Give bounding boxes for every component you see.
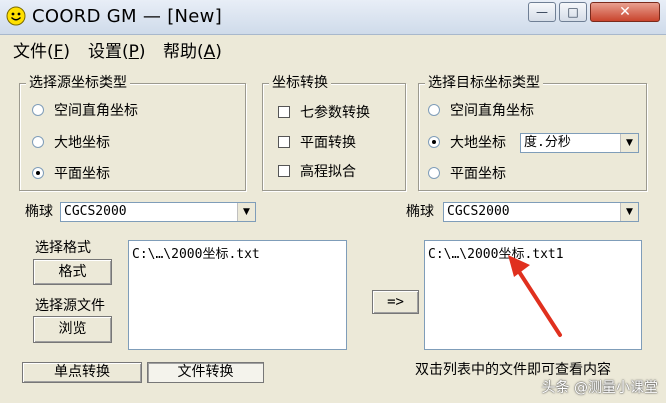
check-plane-transform[interactable]: 平面转换	[278, 133, 356, 153]
radio-icon	[32, 136, 44, 148]
convert-button[interactable]: =>	[372, 290, 419, 314]
menu-help[interactable]: 帮助(A)	[163, 37, 222, 62]
ellipsoid-left-value: CGCS2000	[64, 204, 127, 219]
radio-icon	[428, 104, 440, 116]
dropdown-arrow-icon[interactable]: ▼	[620, 134, 638, 152]
radio-selected-icon	[428, 136, 440, 148]
source-option-geodetic[interactable]: 大地坐标	[32, 133, 110, 153]
format-button[interactable]: 格式	[33, 259, 112, 285]
target-option-plane[interactable]: 平面坐标	[428, 164, 506, 184]
minimize-icon: —	[536, 5, 548, 19]
conversion-group: 坐标转换 七参数转换 平面转换 高程拟合	[262, 74, 406, 191]
angle-format-value: 度.分秒	[524, 135, 571, 150]
ellipsoid-left-label: 椭球	[25, 204, 53, 220]
menu-settings[interactable]: 设置(P)	[88, 37, 146, 62]
menu-bar: 文件(F) 设置(P) 帮助(A)	[0, 35, 666, 62]
radio-selected-icon	[32, 167, 44, 179]
target-option-cartesian[interactable]: 空间直角坐标	[428, 101, 534, 121]
conversion-title: 坐标转换	[269, 74, 331, 92]
window-title: COORD GM — [New]	[32, 6, 223, 27]
maximize-button[interactable]: □	[559, 2, 587, 22]
menu-file[interactable]: 文件(F)	[13, 37, 70, 62]
minimize-button[interactable]: —	[528, 2, 556, 22]
annotation-arrow	[508, 255, 562, 337]
target-option-geodetic[interactable]: 大地坐标	[428, 133, 506, 153]
checkbox-icon	[278, 165, 290, 177]
watermark-text: 头条 @测量小课堂	[541, 380, 658, 396]
dropdown-arrow-icon[interactable]: ▼	[620, 203, 638, 221]
source-type-group: 选择源坐标类型 空间直角坐标 大地坐标 平面坐标	[19, 74, 246, 191]
close-button[interactable]: ✕	[590, 2, 660, 22]
check-height-fitting[interactable]: 高程拟合	[278, 162, 356, 182]
smiley-icon	[6, 6, 26, 26]
close-icon: ✕	[619, 4, 631, 20]
angle-format-select[interactable]: 度.分秒 ▼	[520, 133, 639, 153]
ellipsoid-right-label: 椭球	[406, 204, 434, 220]
list-item[interactable]: C:\…\2000坐标.txt	[132, 243, 260, 262]
ellipsoid-left-select[interactable]: CGCS2000 ▼	[60, 202, 256, 222]
radio-icon	[32, 104, 44, 116]
source-file-label: 选择源文件	[35, 298, 105, 314]
file-convert-button[interactable]: 文件转换	[147, 362, 264, 383]
maximize-icon: □	[567, 5, 579, 19]
single-point-button[interactable]: 单点转换	[22, 362, 142, 383]
source-option-plane[interactable]: 平面坐标	[32, 164, 110, 184]
radio-icon	[428, 167, 440, 179]
format-label: 选择格式	[35, 240, 91, 256]
dropdown-arrow-icon[interactable]: ▼	[237, 203, 255, 221]
source-file-list[interactable]: C:\…\2000坐标.txt	[128, 240, 347, 350]
ellipsoid-right-select[interactable]: CGCS2000 ▼	[443, 202, 639, 222]
ellipsoid-right-value: CGCS2000	[447, 204, 510, 219]
browse-button[interactable]: 浏览	[33, 316, 112, 343]
source-option-cartesian[interactable]: 空间直角坐标	[32, 101, 138, 121]
target-type-group: 选择目标坐标类型 空间直角坐标 大地坐标 平面坐标 度.分秒 ▼	[418, 74, 647, 191]
checkbox-icon	[278, 106, 290, 118]
target-type-title: 选择目标坐标类型	[425, 74, 543, 92]
checkbox-icon	[278, 136, 290, 148]
source-type-title: 选择源坐标类型	[26, 74, 130, 92]
title-bar: COORD GM — [New] — □ ✕	[0, 0, 666, 35]
check-seven-param[interactable]: 七参数转换	[278, 103, 370, 123]
